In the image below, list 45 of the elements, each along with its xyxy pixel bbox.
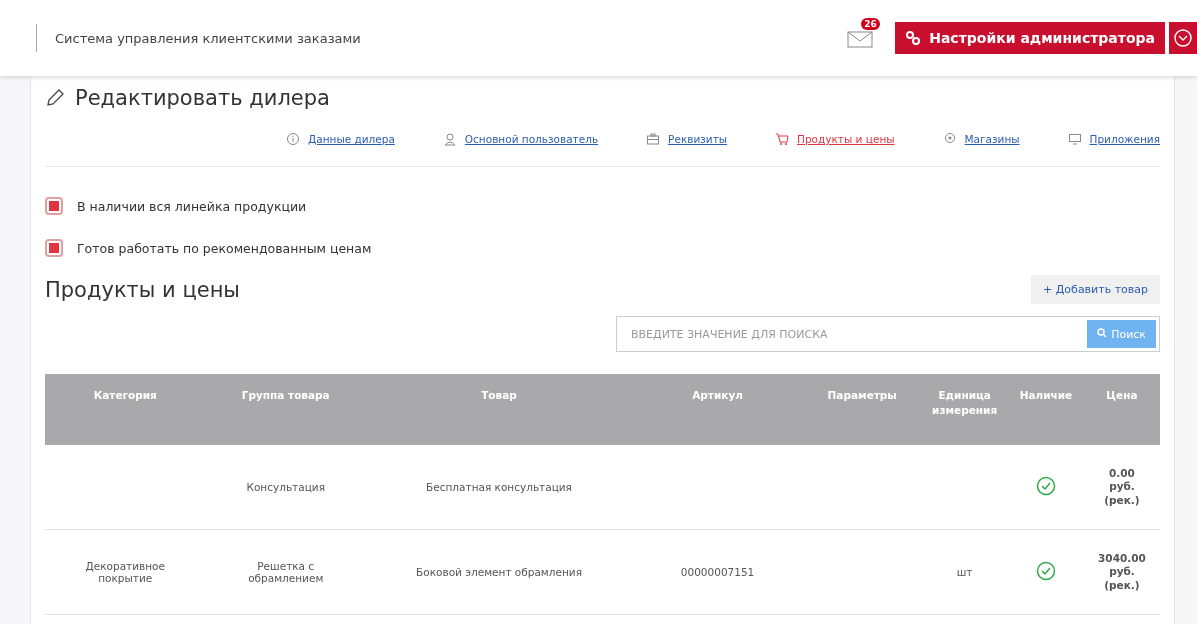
table-cell: 0.00 руб. (рек.) — [1104, 466, 1140, 506]
column-header: Группа товара — [241, 389, 330, 401]
section-title: Продукты и цены — [45, 277, 240, 302]
table-cell: Боковой элемент обрамления — [416, 566, 582, 578]
nav-tab[interactable]: Приложения — [1067, 132, 1160, 146]
chevron-down-icon — [1173, 28, 1193, 48]
checkbox-label: Готов работать по рекомендованным ценам — [77, 240, 372, 256]
app-title: Система управления клиентскими заказами — [55, 30, 362, 46]
column-header: Артикул — [692, 389, 743, 401]
mail-count-badge: 26 — [861, 18, 880, 30]
checkbox[interactable] — [45, 197, 63, 215]
column-header: Единица измерения — [932, 389, 998, 416]
table-cell: Консультация — [246, 481, 325, 493]
user-icon — [442, 132, 457, 146]
mail-icon[interactable] — [847, 28, 876, 48]
admin-settings-button[interactable]: Настройки администратора — [895, 22, 1165, 54]
cart-icon — [775, 132, 790, 146]
column-header: Наличие — [1019, 389, 1073, 401]
column-header: Товар — [481, 389, 517, 401]
column-header: Цена — [1106, 389, 1138, 401]
pencil-icon — [45, 88, 65, 108]
gears-icon — [905, 30, 922, 46]
info-icon — [286, 132, 300, 146]
nav-tab[interactable]: Основной пользователь — [442, 132, 599, 146]
nav-tab[interactable]: Данные дилера — [286, 132, 395, 146]
table-cell: 00000007151 — [680, 566, 755, 578]
page-title: Редактировать дилера — [75, 86, 330, 110]
briefcase-icon — [646, 132, 661, 146]
search-icon — [1097, 327, 1108, 338]
checkbox[interactable] — [45, 239, 63, 257]
table-cell: шт — [956, 566, 973, 578]
monitor-icon — [1067, 132, 1082, 146]
column-header: Параметры — [827, 389, 897, 401]
dropdown-button[interactable] — [1169, 22, 1197, 54]
nav-tab[interactable]: Реквизиты — [646, 132, 728, 146]
column-header: Категория — [93, 389, 157, 401]
table-cell: Решетка с обрамлением — [248, 560, 324, 584]
table-cell: Декоративное покрытие — [85, 560, 165, 584]
table-cell: 3040.00 руб. (рек.) — [1098, 551, 1146, 591]
table-cell: Бесплатная консультация — [426, 481, 572, 493]
checkbox-label: В наличии вся линейка продукции — [77, 198, 307, 214]
nav-tab[interactable]: Магазины — [942, 132, 1020, 146]
add-product-button[interactable]: + Добавить товар — [1031, 275, 1160, 304]
location-icon — [942, 132, 957, 146]
nav-tab[interactable]: Продукты и цены — [775, 132, 895, 146]
